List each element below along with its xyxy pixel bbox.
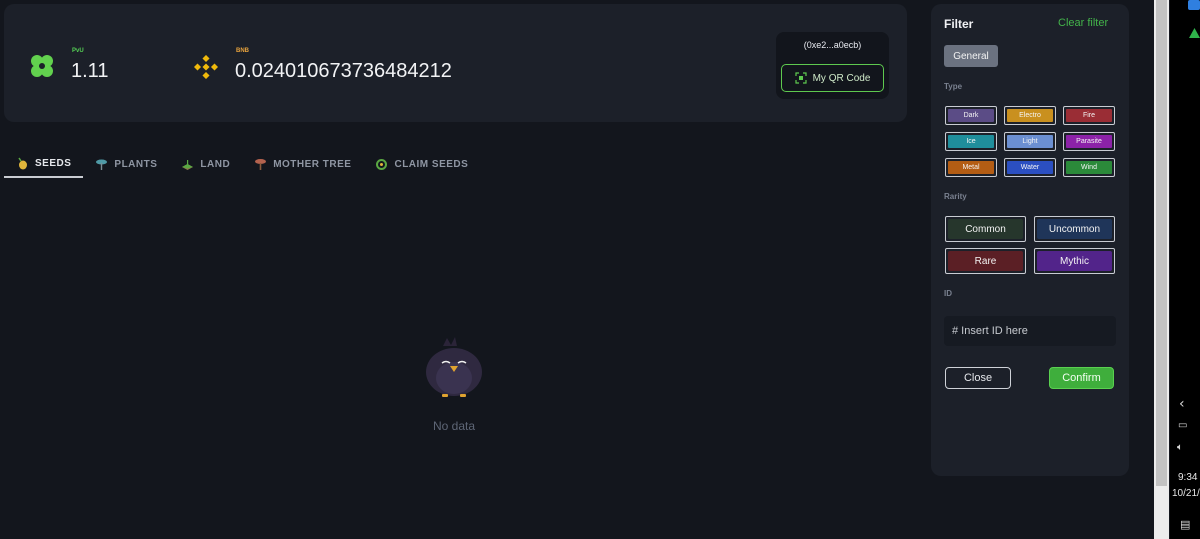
type-chip-fire-label: Fire bbox=[1066, 109, 1112, 122]
tab-claim-seeds[interactable]: CLAIM SEEDS bbox=[363, 150, 480, 178]
id-label: ID bbox=[944, 289, 952, 298]
tab-land[interactable]: LAND bbox=[169, 150, 242, 178]
type-chip-dark[interactable]: Dark bbox=[945, 106, 997, 125]
tab-plants-label: PLANTS bbox=[114, 158, 158, 170]
type-chip-ice-label: Ice bbox=[948, 135, 994, 148]
clear-filter-link[interactable]: Clear filter bbox=[1058, 17, 1108, 29]
empty-state: No data bbox=[404, 336, 504, 433]
scrollbar-thumb[interactable] bbox=[1156, 0, 1167, 486]
tab-seeds[interactable]: SEEDS bbox=[4, 150, 84, 178]
rarity-chip-uncommon-label: Uncommon bbox=[1037, 219, 1112, 239]
type-chip-dark-label: Dark bbox=[948, 109, 994, 122]
chevron-left-icon[interactable]: ‹ bbox=[1179, 396, 1185, 412]
type-chip-grid: Dark Electro Fire Ice Light Parasite Met… bbox=[945, 106, 1116, 177]
wallet-address-box: (0xe2...a0ecb) My QR Code bbox=[776, 32, 889, 99]
bnb-label: BNB bbox=[236, 48, 249, 54]
clock-time[interactable]: 9:34 bbox=[1178, 472, 1197, 483]
id-input[interactable] bbox=[944, 316, 1116, 346]
rarity-chip-rare-label: Rare bbox=[948, 251, 1023, 271]
battery-icon[interactable]: ▭ bbox=[1178, 420, 1187, 431]
land-icon bbox=[182, 159, 194, 170]
my-qr-code-button[interactable]: My QR Code bbox=[781, 64, 884, 92]
bnb-balance: 0.024010673736484212 bbox=[235, 60, 452, 82]
type-chip-metal-label: Metal bbox=[948, 161, 994, 174]
my-qr-code-label: My QR Code bbox=[812, 72, 871, 84]
wallet-card: PvU 1.11 BNB 0.024010673736484212 (0xe2.… bbox=[4, 4, 907, 122]
clover-icon bbox=[31, 55, 53, 77]
close-button[interactable]: Close bbox=[945, 367, 1011, 389]
clock-date[interactable]: 10/21/ bbox=[1172, 488, 1200, 499]
wallet-address[interactable]: (0xe2...a0ecb) bbox=[776, 40, 889, 50]
page-scrollbar[interactable] bbox=[1154, 0, 1169, 539]
os-taskbar: ‹ ▭ 🔈︎ 9:34 10/21/ ▤ bbox=[1170, 0, 1200, 539]
qr-code-icon bbox=[794, 72, 807, 84]
seed-icon bbox=[18, 157, 27, 169]
tab-claim-seeds-label: CLAIM SEEDS bbox=[394, 158, 469, 170]
filter-title: Filter bbox=[944, 17, 974, 31]
tab-mother-tree[interactable]: MOTHER TREE bbox=[242, 150, 363, 178]
rarity-chip-grid: Common Uncommon Rare Mythic bbox=[945, 216, 1116, 274]
type-chip-fire[interactable]: Fire bbox=[1063, 106, 1115, 125]
type-chip-water[interactable]: Water bbox=[1004, 158, 1056, 177]
type-chip-electro[interactable]: Electro bbox=[1004, 106, 1056, 125]
type-chip-parasite[interactable]: Parasite bbox=[1063, 132, 1115, 151]
rarity-chip-uncommon[interactable]: Uncommon bbox=[1034, 216, 1115, 242]
pvu-balance: 1.11 bbox=[71, 60, 109, 82]
claim-seeds-icon bbox=[376, 158, 388, 170]
tab-mother-tree-label: MOTHER TREE bbox=[273, 158, 352, 170]
type-chip-light[interactable]: Light bbox=[1004, 132, 1056, 151]
tab-plants[interactable]: PLANTS bbox=[83, 150, 169, 178]
bnb-icon bbox=[194, 55, 218, 79]
notification-icon[interactable]: ▤ bbox=[1180, 518, 1190, 531]
type-chip-wind[interactable]: Wind bbox=[1063, 158, 1115, 177]
app-icon-blue[interactable] bbox=[1188, 0, 1200, 10]
no-data-text: No data bbox=[432, 419, 476, 433]
rarity-chip-mythic-label: Mythic bbox=[1037, 251, 1112, 271]
drive-icon[interactable] bbox=[1189, 28, 1200, 39]
confirm-button[interactable]: Confirm bbox=[1049, 367, 1114, 389]
type-chip-light-label: Light bbox=[1007, 135, 1053, 148]
type-chip-ice[interactable]: Ice bbox=[945, 132, 997, 151]
rarity-label: Rarity bbox=[944, 192, 967, 201]
type-chip-electro-label: Electro bbox=[1007, 109, 1053, 122]
plant-icon bbox=[96, 159, 108, 170]
rarity-chip-mythic[interactable]: Mythic bbox=[1034, 248, 1115, 274]
pvu-label: PvU bbox=[72, 48, 84, 54]
type-chip-wind-label: Wind bbox=[1066, 161, 1112, 174]
rarity-chip-rare[interactable]: Rare bbox=[945, 248, 1026, 274]
type-chip-parasite-label: Parasite bbox=[1066, 135, 1112, 148]
filter-panel: Filter Clear filter General Type Dark El… bbox=[931, 4, 1129, 476]
type-chip-water-label: Water bbox=[1007, 161, 1053, 174]
tab-land-label: LAND bbox=[200, 158, 231, 170]
type-label: Type bbox=[944, 82, 963, 91]
mother-tree-icon bbox=[255, 158, 267, 170]
general-button[interactable]: General bbox=[944, 45, 998, 67]
tab-seeds-label: SEEDS bbox=[35, 157, 72, 169]
rarity-chip-common[interactable]: Common bbox=[945, 216, 1026, 242]
rarity-chip-common-label: Common bbox=[948, 219, 1023, 239]
volume-icon[interactable]: 🔈︎ bbox=[1177, 442, 1183, 453]
sleepy-crow-icon bbox=[426, 337, 482, 397]
inventory-tabs: SEEDS PLANTS LAND MOTHER TREE CLAIM SEED… bbox=[4, 150, 480, 180]
type-chip-metal[interactable]: Metal bbox=[945, 158, 997, 177]
